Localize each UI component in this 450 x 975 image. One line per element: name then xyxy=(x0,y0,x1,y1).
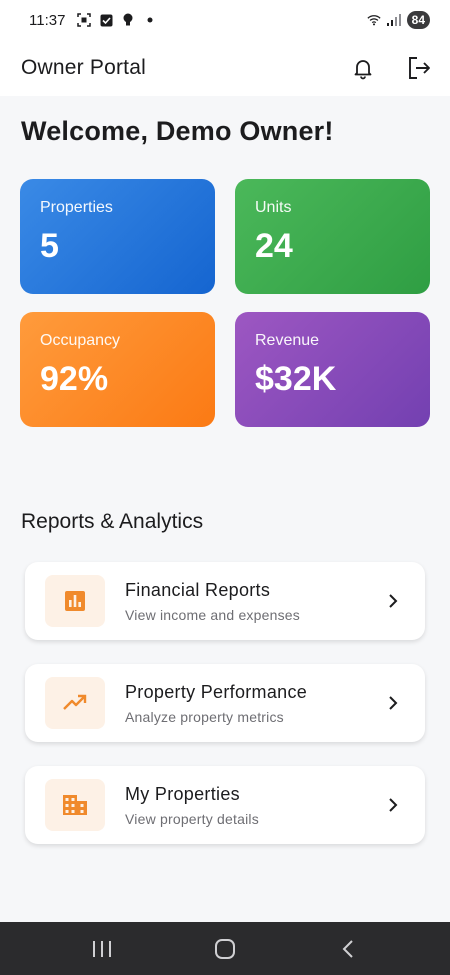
home-icon xyxy=(214,938,235,959)
bell-icon xyxy=(354,60,372,80)
wifi-icon xyxy=(367,13,381,27)
report-subtitle: View property details xyxy=(125,810,259,827)
building-icon xyxy=(63,795,87,815)
stat-value: 5 xyxy=(40,227,59,265)
stat-label: Properties xyxy=(40,199,113,216)
back-button[interactable] xyxy=(328,929,368,969)
report-item-properties[interactable]: My Properties View property details xyxy=(25,766,425,844)
logout-button[interactable] xyxy=(404,53,434,83)
stat-value: 92% xyxy=(40,360,109,398)
app-title: Owner Portal xyxy=(21,56,146,79)
chevron-right-icon xyxy=(381,793,405,817)
stat-label: Occupancy xyxy=(40,332,121,349)
back-icon xyxy=(342,939,354,958)
report-title: Financial Reports xyxy=(125,579,271,600)
report-title: My Properties xyxy=(125,783,240,804)
chevron-right-icon xyxy=(381,589,405,613)
home-button[interactable] xyxy=(205,929,245,969)
status-bar: 11:37 84 xyxy=(0,0,450,40)
screenshot-icon xyxy=(77,13,92,27)
report-subtitle: View income and expenses xyxy=(125,606,300,623)
dot-icon xyxy=(143,13,157,27)
report-item-financial[interactable]: Financial Reports View income and expens… xyxy=(25,562,425,640)
stat-card-properties[interactable]: Properties 5 xyxy=(20,179,215,294)
report-icon-container xyxy=(45,575,105,627)
logout-icon xyxy=(409,57,430,79)
stat-label: Units xyxy=(255,199,292,216)
app-bar: Owner Portal xyxy=(0,40,450,96)
bulb-icon xyxy=(121,13,135,27)
check-box-icon xyxy=(99,13,113,27)
chevron-right-icon xyxy=(381,691,405,715)
section-title: Reports & Analytics xyxy=(21,510,204,533)
bar-chart-icon xyxy=(65,591,85,611)
stat-label: Revenue xyxy=(255,332,320,349)
battery-indicator: 84 xyxy=(406,11,430,29)
report-icon-container xyxy=(45,677,105,729)
welcome-heading: Welcome, Demo Owner! xyxy=(21,116,334,146)
status-time: 11:37 xyxy=(29,11,66,29)
recent-apps-button[interactable] xyxy=(82,929,122,969)
report-icon-container xyxy=(45,779,105,831)
recent-apps-icon xyxy=(92,940,111,957)
report-item-performance[interactable]: Property Performance Analyze property me… xyxy=(25,664,425,742)
system-nav-bar xyxy=(0,922,450,975)
stat-card-revenue[interactable]: Revenue $32K xyxy=(235,312,430,427)
stat-card-units[interactable]: Units 24 xyxy=(235,179,430,294)
report-title: Property Performance xyxy=(125,681,308,702)
stat-value: $32K xyxy=(255,360,337,398)
stat-card-occupancy[interactable]: Occupancy 92% xyxy=(20,312,215,427)
trending-up-icon xyxy=(63,694,87,710)
notifications-button[interactable] xyxy=(348,53,378,83)
stat-value: 24 xyxy=(255,227,293,265)
signal-icon xyxy=(386,13,401,27)
report-subtitle: Analyze property metrics xyxy=(125,708,284,725)
